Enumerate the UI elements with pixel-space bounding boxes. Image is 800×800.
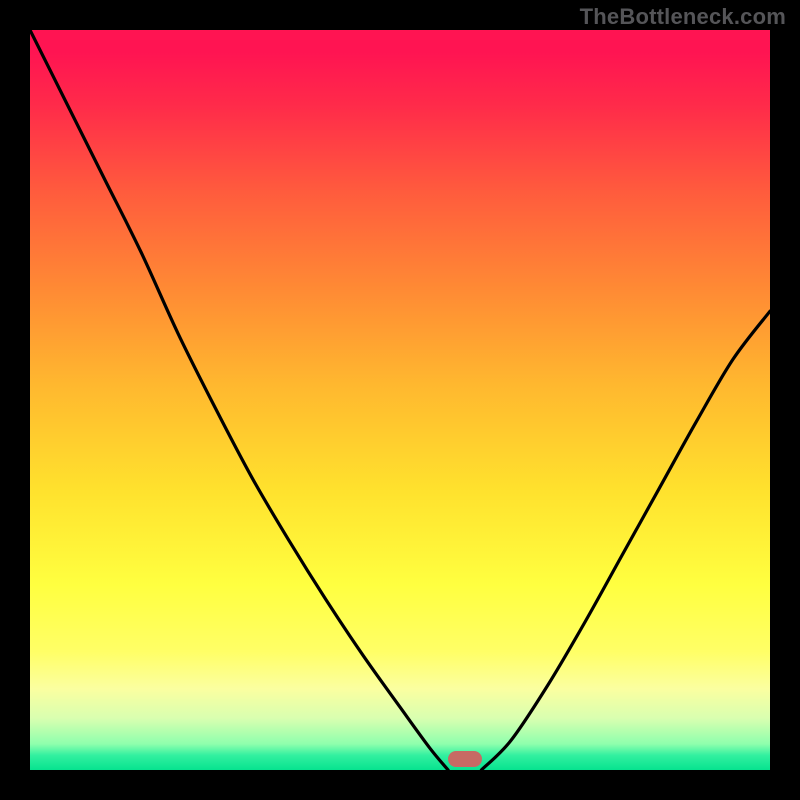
attribution-text: TheBottleneck.com <box>580 4 786 30</box>
bottleneck-curve <box>30 30 770 770</box>
chart-frame: TheBottleneck.com <box>0 0 800 800</box>
curve-right-branch <box>481 311 770 770</box>
bottleneck-marker <box>448 751 482 767</box>
curve-left-branch <box>30 30 448 770</box>
plot-area <box>30 30 770 770</box>
